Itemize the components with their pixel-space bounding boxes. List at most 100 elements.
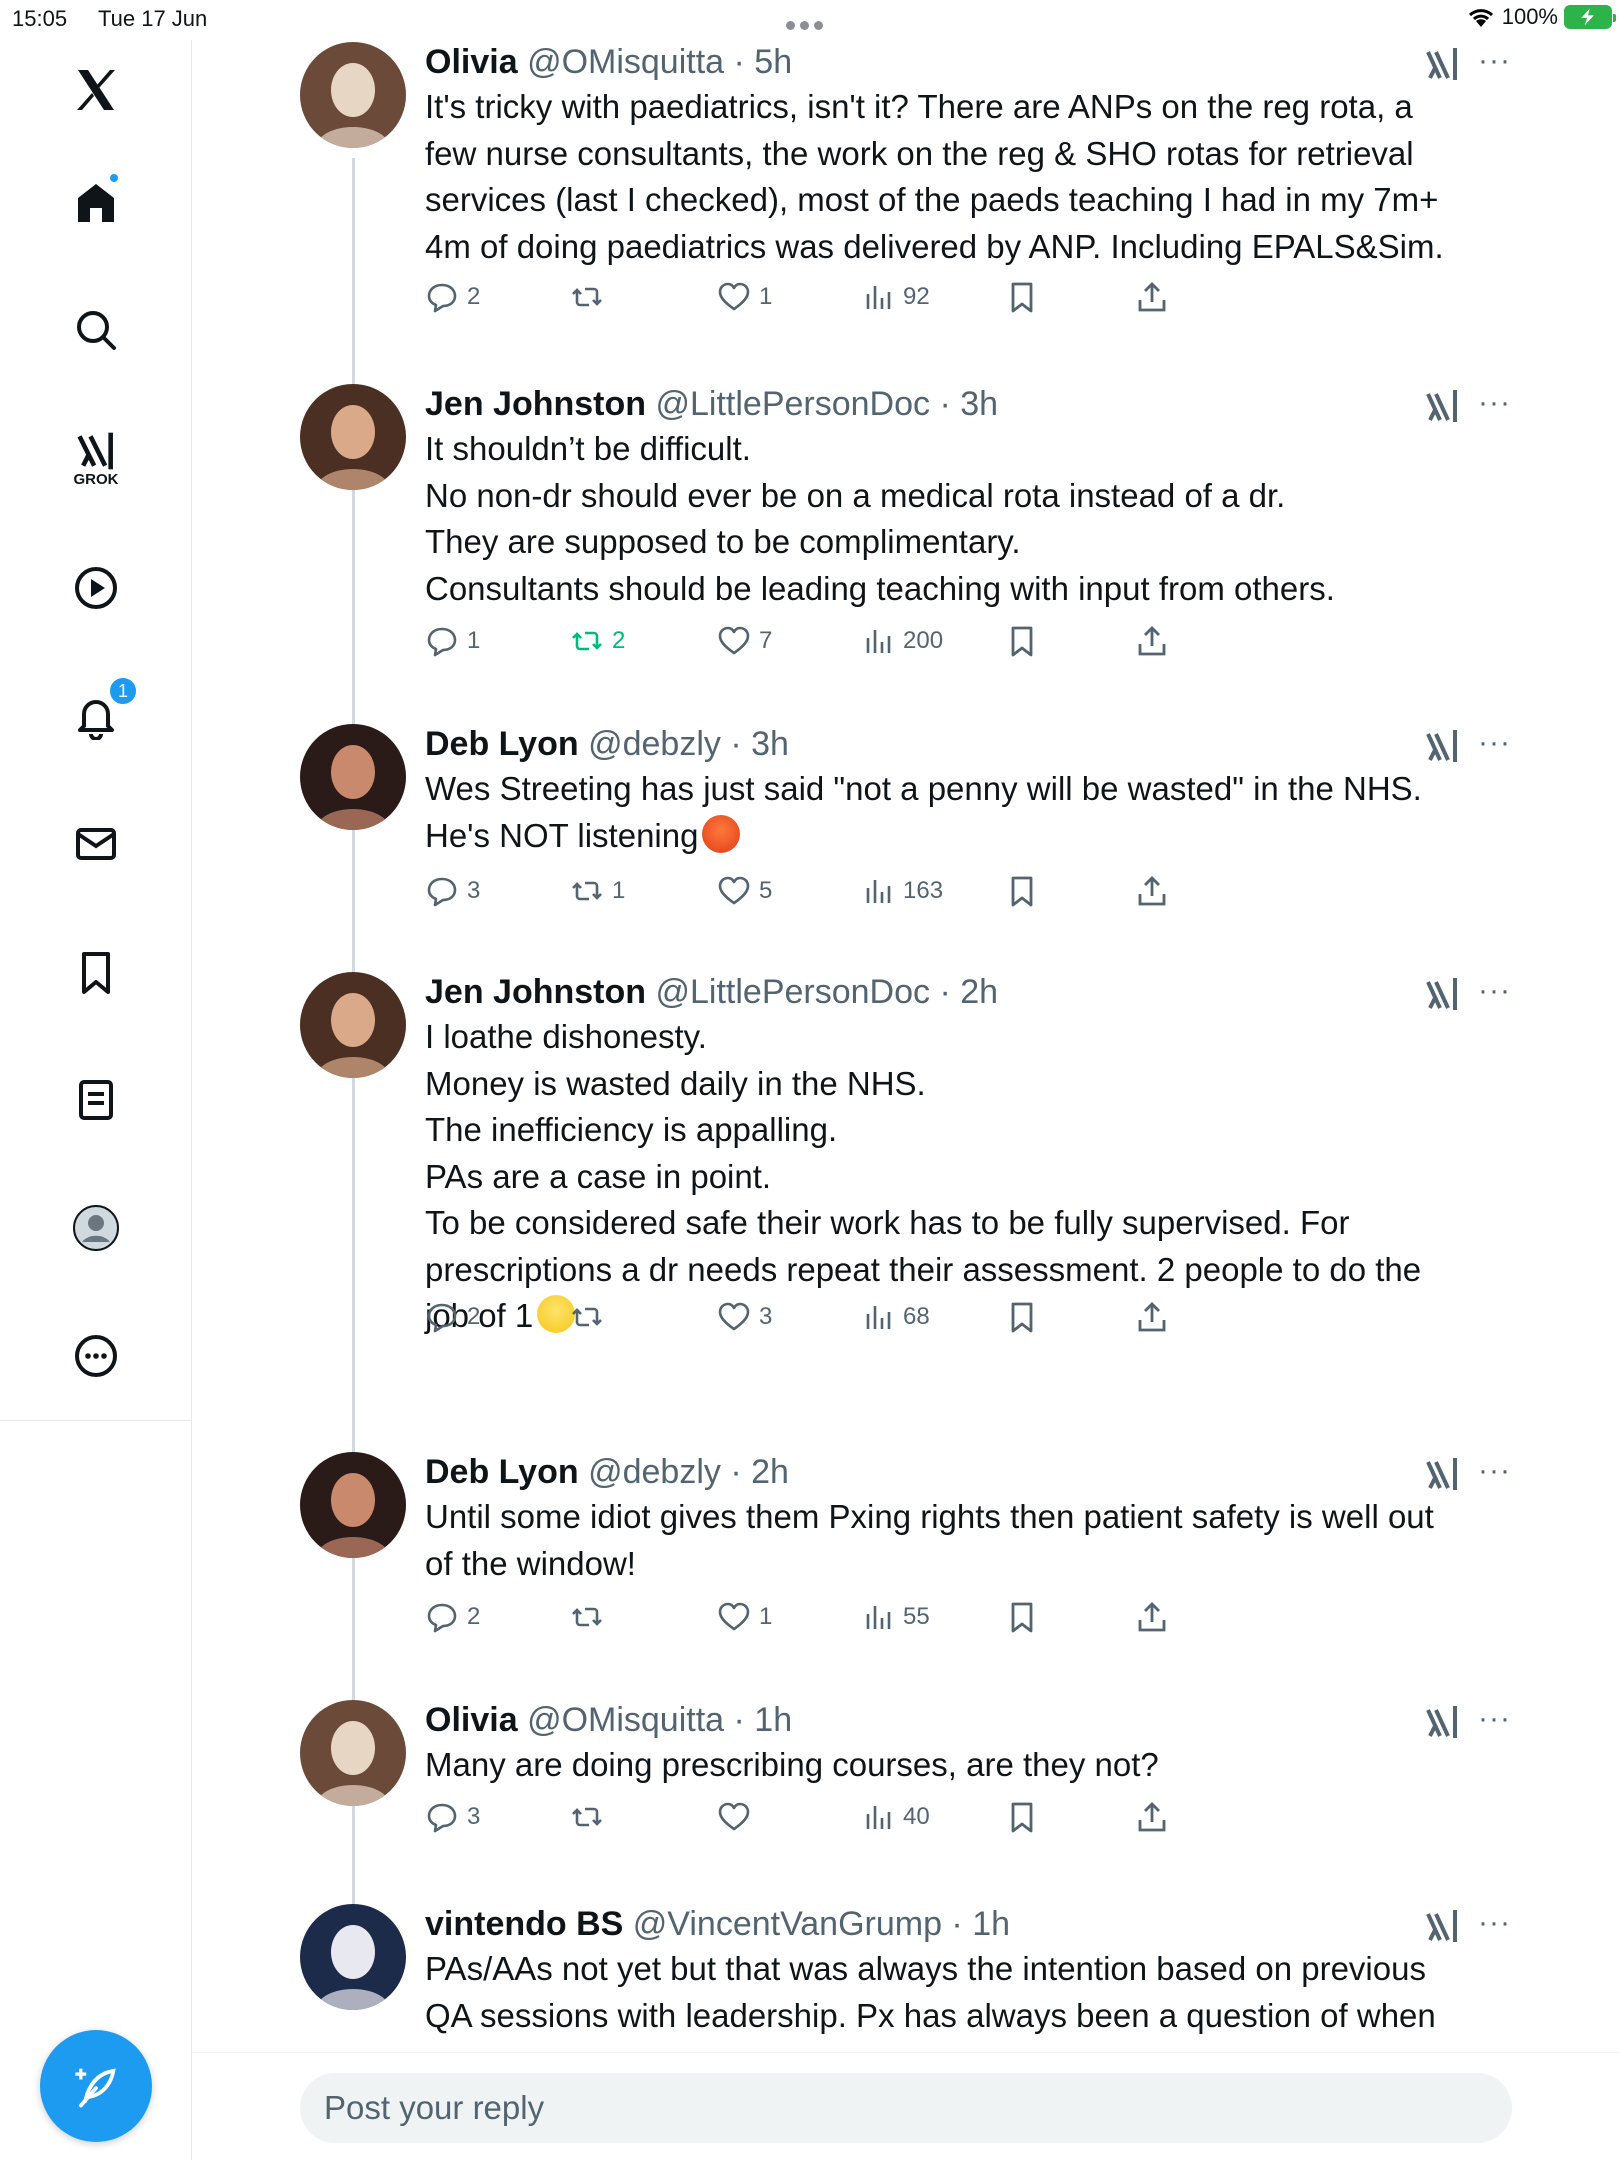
reply-post[interactable]: Deb Lyon @debzly · 2h ··· Until some idio… [192,1450,1620,1698]
repost-button[interactable] [570,1300,612,1334]
video-icon[interactable] [56,548,136,628]
reply-button[interactable]: 2 [425,1300,480,1334]
reply-button[interactable]: 1 [425,624,480,658]
author-name[interactable]: Olivia [425,1701,518,1739]
author-handle[interactable]: @OMisquitta [527,43,724,81]
post-time[interactable]: 1h [754,1701,792,1739]
reply-post[interactable]: Jen Johnston @LittlePersonDoc · 2h ··· I … [192,970,1620,1450]
avatar[interactable] [300,972,406,1078]
bookmark-button[interactable] [1005,874,1039,908]
reply-post[interactable]: Jen Johnston @LittlePersonDoc · 3h ··· It… [192,382,1620,722]
share-button[interactable] [1135,1800,1169,1834]
avatar[interactable] [300,1700,406,1806]
author-name[interactable]: Deb Lyon [425,725,579,763]
more-options-icon[interactable]: ··· [1478,974,1511,1008]
post-time[interactable]: 1h [972,1905,1010,1943]
more-options-icon[interactable]: ··· [1478,1906,1511,1940]
compose-post-button[interactable] [40,2030,152,2142]
reply-button[interactable]: 2 [425,280,480,314]
post-time[interactable]: 2h [960,973,998,1011]
profile-avatar-icon[interactable] [56,1188,136,1268]
avatar[interactable] [300,384,406,490]
like-button[interactable]: 5 [717,874,772,908]
reply-post[interactable]: Olivia @OMisquitta · 1h ··· Many are doin… [192,1698,1620,1902]
reply-button[interactable]: 2 [425,1600,480,1634]
reply-post[interactable]: Olivia @OMisquitta · 5h ··· It's tricky w… [192,40,1620,382]
author-handle[interactable]: @LittlePersonDoc [655,973,930,1011]
avatar[interactable] [300,724,406,830]
repost-button[interactable]: 2 [570,624,625,658]
like-button[interactable]: 7 [717,624,772,658]
reply-button[interactable]: 3 [425,874,480,908]
views-button[interactable]: 40 [861,1800,930,1834]
grok-explain-icon[interactable] [1422,1454,1462,1494]
author-handle[interactable]: @VincentVanGrump [633,1905,942,1943]
bookmark-button[interactable] [1005,1600,1039,1634]
views-button[interactable]: 55 [861,1600,930,1634]
post-time[interactable]: 2h [751,1453,789,1491]
more-options-icon[interactable]: ··· [1478,386,1511,420]
author-handle[interactable]: @LittlePersonDoc [655,385,930,423]
more-options-icon[interactable]: ··· [1478,1702,1511,1736]
grok-explain-icon[interactable] [1422,44,1462,84]
reply-post[interactable]: Deb Lyon @debzly · 3h ··· Wes Streeting h… [192,722,1620,970]
author-name[interactable]: Jen Johnston [425,385,646,423]
home-icon[interactable] [56,162,136,242]
grok-explain-icon[interactable] [1422,386,1462,426]
author-handle[interactable]: @debzly [588,725,721,763]
more-options-icon[interactable]: ··· [1478,726,1511,760]
bookmark-button[interactable] [1005,1300,1039,1334]
notifications-icon[interactable]: 1 [56,676,138,756]
views-button[interactable]: 163 [861,874,943,908]
lists-icon[interactable] [56,1060,136,1140]
like-button[interactable]: 1 [717,1600,772,1634]
bookmark-button[interactable] [1005,280,1039,314]
author-name[interactable]: vintendo BS [425,1905,623,1943]
reply-input[interactable]: Post your reply [300,2073,1512,2143]
post-time[interactable]: 5h [754,43,792,81]
author-name[interactable]: Olivia [425,43,518,81]
grok-explain-icon[interactable] [1422,726,1462,766]
views-button[interactable]: 92 [861,280,930,314]
bookmark-button[interactable] [1005,1800,1039,1834]
multitask-dots-icon[interactable] [786,10,832,30]
repost-button[interactable]: 1 [570,874,625,908]
avatar[interactable] [300,1904,406,2010]
like-button[interactable] [717,1800,759,1834]
search-icon[interactable] [56,290,136,370]
repost-button[interactable] [570,1800,612,1834]
views-button[interactable]: 68 [861,1300,930,1334]
bookmark-icon [1005,1600,1039,1634]
share-button[interactable] [1135,280,1169,314]
repost-button[interactable] [570,1600,612,1634]
more-icon[interactable] [56,1316,136,1396]
author-handle[interactable]: @OMisquitta [527,1701,724,1739]
grok-explain-icon[interactable] [1422,974,1462,1014]
reply-button[interactable]: 3 [425,1800,480,1834]
grok-explain-icon[interactable] [1422,1702,1462,1742]
like-button[interactable]: 1 [717,280,772,314]
grok-explain-icon[interactable] [1422,1906,1462,1946]
avatar[interactable] [300,42,406,148]
grok-icon[interactable]: GROK [56,418,136,498]
bookmark-button[interactable] [1005,624,1039,658]
post-time[interactable]: 3h [960,385,998,423]
repost-button[interactable] [570,280,612,314]
share-button[interactable] [1135,1300,1169,1334]
share-button[interactable] [1135,874,1169,908]
more-options-icon[interactable]: ··· [1478,44,1511,78]
bookmarks-icon[interactable] [56,932,136,1012]
author-name[interactable]: Deb Lyon [425,1453,579,1491]
reply-post[interactable]: vintendo BS @VincentVanGrump · 1h ··· PAs… [192,1902,1620,2050]
views-button[interactable]: 200 [861,624,943,658]
like-button[interactable]: 3 [717,1300,772,1334]
share-button[interactable] [1135,624,1169,658]
more-options-icon[interactable]: ··· [1478,1454,1511,1488]
messages-icon[interactable] [56,804,136,884]
post-time[interactable]: 3h [751,725,789,763]
author-name[interactable]: Jen Johnston [425,973,646,1011]
avatar[interactable] [300,1452,406,1558]
x-logo-icon[interactable] [56,50,136,130]
share-button[interactable] [1135,1600,1169,1634]
author-handle[interactable]: @debzly [588,1453,721,1491]
